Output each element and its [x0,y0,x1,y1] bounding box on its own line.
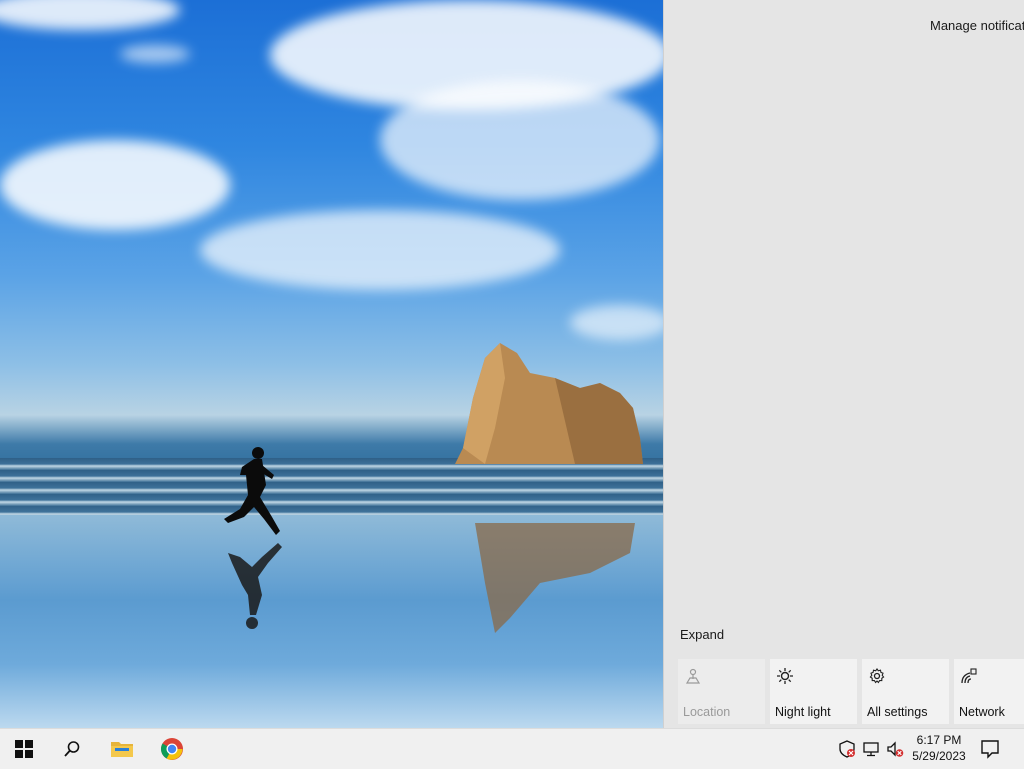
quick-actions-row: Location Night light All settings Networ… [678,659,1024,724]
security-icon[interactable] [838,740,856,758]
desktop-wallpaper [0,0,663,728]
night-light-icon [777,668,793,684]
rock-reflection [475,523,635,633]
sea-waves [0,458,663,518]
search-button[interactable] [48,729,96,769]
quick-action-label: Night light [775,705,831,719]
taskbar: 6:17 PM 5/29/2023 [0,728,1024,769]
settings-gear-icon [869,668,885,684]
network-icon[interactable] [862,740,880,758]
notification-center-icon[interactable] [978,737,1002,761]
windows-logo-icon [15,740,33,758]
quick-action-network[interactable]: Network [954,659,1024,724]
clock-time: 6:17 PM [916,733,962,747]
quick-action-all-settings[interactable]: All settings [862,659,949,724]
manage-notifications-link[interactable]: Manage notificatio [930,18,1024,33]
search-icon [64,741,80,757]
volume-muted-icon[interactable] [886,740,904,758]
quick-action-label: Network [959,705,1005,719]
chrome-button[interactable] [148,729,196,769]
rock-formation [455,343,643,464]
location-icon [685,668,701,684]
quick-action-label: All settings [867,705,928,719]
chrome-icon [161,738,183,760]
quick-action-label: Location [683,705,731,719]
file-explorer-button[interactable] [98,729,146,769]
folder-icon [111,742,133,757]
taskbar-clock[interactable]: 6:17 PM 5/29/2023 [908,732,970,764]
quick-action-night-light[interactable]: Night light [770,659,857,724]
expand-link[interactable]: Expand [680,627,724,642]
action-center-panel: Manage notificatio Expand Location Night… [663,0,1024,728]
network-icon [961,668,977,684]
quick-action-location[interactable]: Location [678,659,765,724]
runner-silhouette [224,447,282,629]
start-button[interactable] [0,729,48,769]
clock-date: 5/29/2023 [912,749,966,763]
